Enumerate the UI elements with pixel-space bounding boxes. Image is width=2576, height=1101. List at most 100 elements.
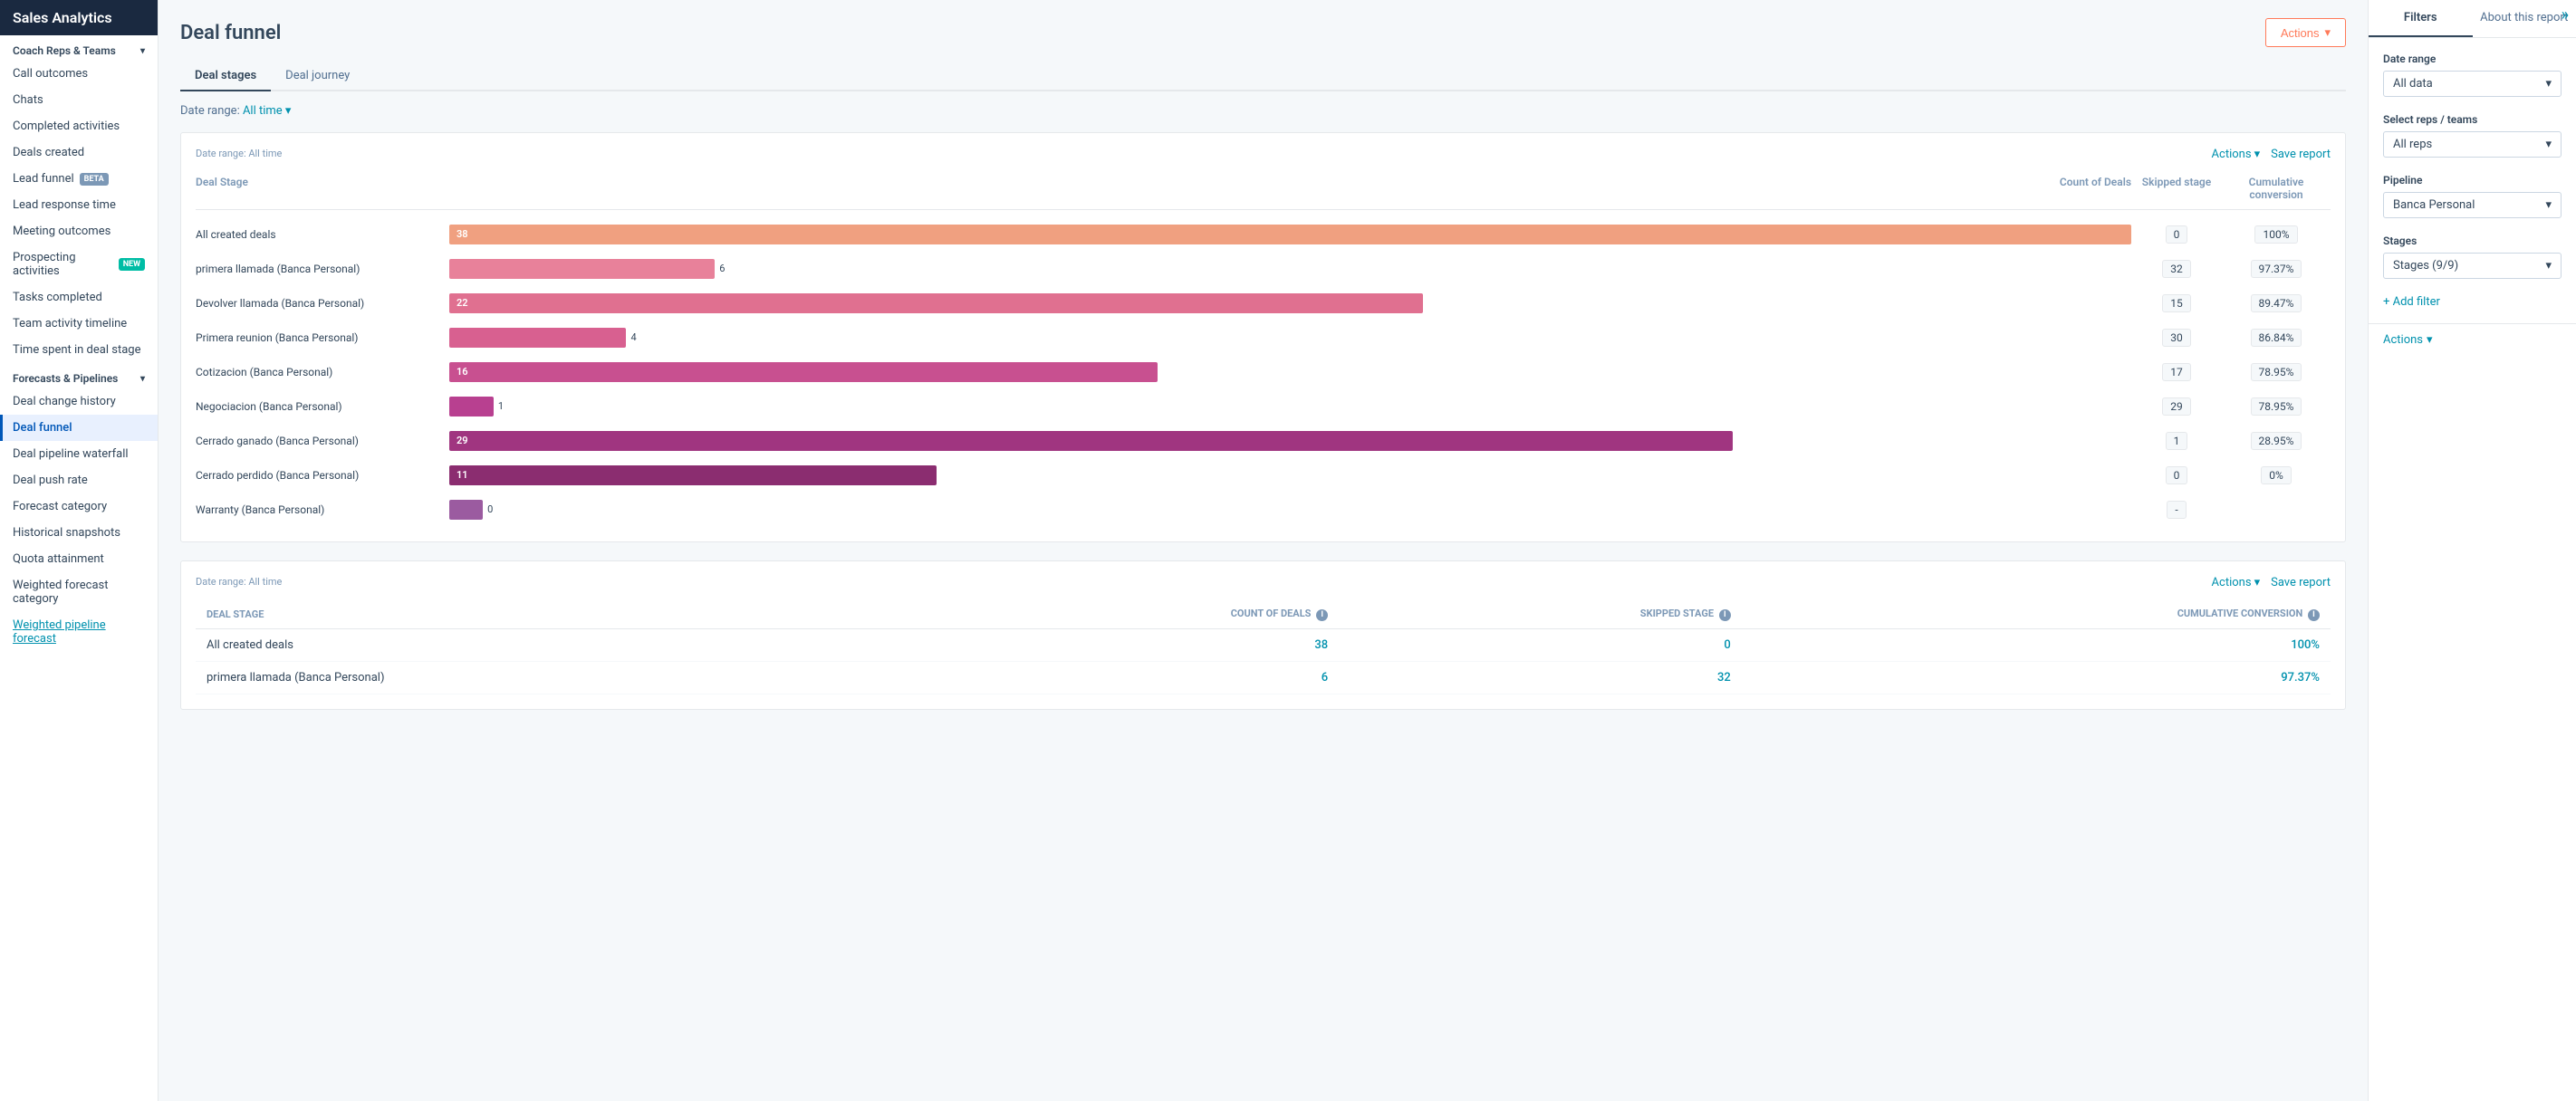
sidebar-item-team-activity-timeline[interactable]: Team activity timeline (0, 311, 158, 337)
date-range-link[interactable]: All time ▾ (243, 104, 292, 118)
bar-7: 11 (449, 465, 937, 485)
sidebar-item-chats[interactable]: Chats (0, 87, 158, 113)
bar-value-7: 11 (457, 469, 468, 481)
conversion-badge-6: 28.95% (2251, 432, 2302, 450)
bar-container-4: 16 (449, 359, 2131, 385)
filter-reps-select[interactable]: All reps ▾ (2383, 131, 2562, 158)
sidebar-item-deal-funnel[interactable]: Deal funnel (0, 415, 158, 441)
sidebar-item-weighted-pipeline[interactable]: Weighted pipeline forecast (0, 612, 158, 652)
table-save-link[interactable]: Save report (2271, 576, 2331, 589)
add-filter-button[interactable]: + Add filter (2383, 295, 2562, 309)
bar-value-outside-5: 1 (498, 400, 504, 412)
bar-5 (449, 397, 494, 416)
right-panel-tabs: Filters About this report (2369, 0, 2576, 38)
cell-skipped-2: 15 (2131, 294, 2222, 312)
table-row: All created deals 38 0 100% (196, 628, 2331, 661)
chart-rows: All created deals 38 0 100% primera llam… (196, 217, 2331, 527)
dropdown-icon-2: ▾ (2254, 576, 2261, 589)
chevron-down-icon-7: ▾ (2427, 333, 2433, 347)
filter-group-pipeline: Pipeline Banca Personal ▾ (2383, 174, 2562, 218)
table-date-range: Date range: All time (196, 576, 282, 588)
sidebar-item-time-spent[interactable]: Time spent in deal stage (0, 337, 158, 363)
cell-conversion-5: 78.95% (2222, 397, 2331, 416)
bar-container-5: 1 (449, 394, 2131, 419)
sidebar-item-lead-funnel[interactable]: Lead funnel BETA (0, 166, 158, 192)
sidebar-item-prospecting-activities[interactable]: Prospecting activities NEW (0, 244, 158, 284)
conversion-badge-0: 100% (2254, 225, 2297, 244)
cell-conversion-0: 100% (2222, 225, 2331, 244)
row-label-0: All created deals (196, 228, 449, 241)
bar-container-8: 0 (449, 497, 2131, 522)
bar-container-7: 11 (449, 463, 2131, 488)
row-label-5: Negociacion (Banca Personal) (196, 400, 449, 413)
tab-deal-journey[interactable]: Deal journey (271, 62, 364, 91)
cell-conversion-2: 89.47% (2222, 294, 2331, 312)
sidebar-section-coach-label[interactable]: Coach Reps & Teams ▾ (0, 35, 158, 61)
cell-skipped-6: 1 (2131, 432, 2222, 450)
row-label-6: Cerrado ganado (Banca Personal) (196, 435, 449, 447)
bar-value-4: 16 (457, 366, 468, 378)
row-label-3: Primera reunion (Banca Personal) (196, 331, 449, 344)
chevron-down-icon-4: ▾ (2545, 138, 2552, 151)
filter-stages-label: Stages (2383, 235, 2562, 247)
skipped-badge-8: - (2167, 501, 2186, 519)
sidebar-item-forecast-category[interactable]: Forecast category (0, 493, 158, 520)
filter-pipeline-select[interactable]: Banca Personal ▾ (2383, 192, 2562, 218)
tab-deal-stages[interactable]: Deal stages (180, 62, 271, 91)
bar-6: 29 (449, 431, 1733, 451)
cell-conversion-4: 78.95% (2222, 363, 2331, 381)
sidebar-item-lead-response-time[interactable]: Lead response time (0, 192, 158, 218)
table-row: primera llamada (Banca Personal) 6 32 97… (196, 661, 2331, 694)
sidebar-item-quota-attainment[interactable]: Quota attainment (0, 546, 158, 572)
sidebar-item-deal-push-rate[interactable]: Deal push rate (0, 467, 158, 493)
conversion-badge-2: 89.47% (2251, 294, 2302, 312)
sidebar-item-tasks-completed[interactable]: Tasks completed (0, 284, 158, 311)
info-icon-count[interactable]: i (1316, 609, 1328, 621)
bar-value-6: 29 (457, 435, 468, 446)
chart-actions-link[interactable]: Actions ▾ (2212, 148, 2261, 161)
sidebar-item-weighted-forecast[interactable]: Weighted forecast category (0, 572, 158, 612)
sidebar-section-forecasts-label[interactable]: Forecasts & Pipelines ▾ (0, 363, 158, 388)
sidebar-item-deals-created[interactable]: Deals created (0, 139, 158, 166)
cell-skipped-3: 30 (2131, 329, 2222, 347)
sidebar-item-meeting-outcomes[interactable]: Meeting outcomes (0, 218, 158, 244)
rp-tab-filters[interactable]: Filters (2369, 0, 2473, 37)
skipped-badge-6: 1 (2166, 432, 2188, 450)
chart-save-link[interactable]: Save report (2271, 148, 2331, 161)
conversion-badge-5: 78.95% (2251, 397, 2302, 416)
chart-header: Date range: All time Actions ▾ Save repo… (196, 148, 2331, 161)
conversion-badge-1: 97.37% (2251, 260, 2302, 278)
beta-badge: BETA (80, 173, 109, 186)
actions-button[interactable]: Actions ▾ (2265, 18, 2346, 47)
chart-meta-block: Date range: All time (196, 148, 282, 161)
chart-row: All created deals 38 0 100% (196, 217, 2331, 252)
cell-conversion-1: 97.37% (2222, 260, 2331, 278)
filter-stages-select[interactable]: Stages (9/9) ▾ (2383, 253, 2562, 279)
skipped-badge-2: 15 (2162, 294, 2191, 312)
sidebar-item-completed-activities[interactable]: Completed activities (0, 113, 158, 139)
bar-3 (449, 328, 626, 348)
info-icon-skipped[interactable]: i (1719, 609, 1731, 621)
sidebar-item-historical-snapshots[interactable]: Historical snapshots (0, 520, 158, 546)
chevron-down-icon-3: ▾ (2545, 77, 2552, 91)
td-conversion-1: 100% (1742, 628, 2331, 661)
filter-date-range-select[interactable]: All data ▾ (2383, 71, 2562, 97)
filter-reps-label: Select reps / teams (2383, 113, 2562, 126)
chart-row: Primera reunion (Banca Personal) 4 30 86… (196, 321, 2331, 355)
sidebar-item-deal-pipeline-waterfall[interactable]: Deal pipeline waterfall (0, 441, 158, 467)
skipped-badge-5: 29 (2162, 397, 2191, 416)
filter-group-stages: Stages Stages (9/9) ▾ (2383, 235, 2562, 279)
sidebar-item-call-outcomes[interactable]: Call outcomes (0, 61, 158, 87)
collapse-icon[interactable]: » (2562, 5, 2569, 24)
info-icon-conversion[interactable]: i (2308, 609, 2320, 621)
row-label-2: Devolver llamada (Banca Personal) (196, 297, 449, 310)
right-panel: » Filters About this report Date range A… (2368, 0, 2576, 1101)
table-actions-link[interactable]: Actions ▾ (2212, 576, 2261, 589)
skipped-badge-4: 17 (2162, 363, 2191, 381)
sidebar-item-deal-change-history[interactable]: Deal change history (0, 388, 158, 415)
cell-conversion-3: 86.84% (2222, 329, 2331, 347)
cell-skipped-7: 0 (2131, 466, 2222, 484)
chevron-down-icon-6: ▾ (2545, 259, 2552, 273)
rp-actions-footer[interactable]: Actions ▾ (2369, 323, 2576, 356)
th-skipped: SKIPPED STAGE i (1339, 600, 1742, 629)
